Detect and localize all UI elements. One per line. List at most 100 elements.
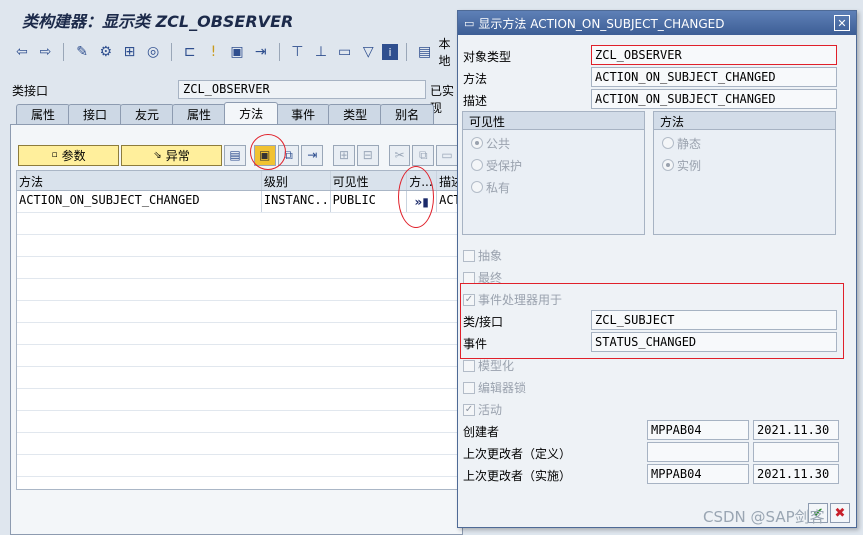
package-icon[interactable]: ⊤: [288, 42, 308, 62]
object-type-field[interactable]: ZCL_OBSERVER: [591, 45, 837, 65]
table-row[interactable]: ACTION_ON_SUBJECT_CHANGED INSTANC... PUB…: [17, 191, 461, 213]
watermark-text: CSDN @SAP剑客: [703, 508, 825, 526]
local-types-icon[interactable]: ▤: [415, 42, 435, 62]
tab-events[interactable]: 事件: [276, 104, 331, 124]
cell-method-name[interactable]: ACTION_ON_SUBJECT_CHANGED: [17, 191, 262, 212]
radio-instance-label: 实例: [677, 158, 702, 173]
created-by-date-field[interactable]: 2021.11.30: [753, 420, 839, 440]
column-header-level[interactable]: 级别: [262, 171, 331, 190]
radio-public-label: 公共: [486, 136, 511, 151]
highlight-circle-method-type: [398, 166, 434, 228]
radio-static-dot: [662, 137, 674, 149]
table-row[interactable]: [17, 477, 461, 489]
hierarchy-icon[interactable]: ⊏: [180, 42, 200, 62]
checkbox-active[interactable]: ✓ 活动: [463, 401, 502, 418]
checkbox-event-handler-label: 事件处理器用于: [478, 293, 563, 307]
changed-definition-date-field[interactable]: [753, 442, 839, 462]
checkbox-event-handler[interactable]: ✓ 事件处理器用于: [463, 291, 562, 308]
checkbox-final-box: [463, 271, 475, 284]
table-row[interactable]: [17, 257, 461, 279]
parameters-button[interactable]: ▫ 参数: [18, 144, 120, 166]
created-by-user-field[interactable]: MPPAB04: [647, 420, 749, 440]
event-class-label: 类/接口: [463, 315, 504, 329]
tab-aliases[interactable]: 别名: [380, 104, 435, 124]
radio-private[interactable]: 私有: [463, 176, 644, 198]
table-row[interactable]: [17, 235, 461, 257]
where-used-icon[interactable]: ⊞: [120, 42, 140, 62]
tab-friends[interactable]: 友元: [120, 104, 175, 124]
class-interface-field[interactable]: ZCL_OBSERVER: [178, 80, 426, 99]
table-row[interactable]: [17, 367, 461, 389]
changed-implementation-date-field[interactable]: 2021.11.30: [753, 464, 839, 484]
radio-private-dot: [471, 181, 483, 193]
table-row[interactable]: [17, 213, 461, 235]
description-field[interactable]: ACTION_ON_SUBJECT_CHANGED: [591, 89, 837, 109]
radio-static[interactable]: 静态: [654, 132, 835, 154]
table-row[interactable]: [17, 389, 461, 411]
exceptions-button[interactable]: ⇘ 异常: [121, 144, 223, 166]
detail-view-icon[interactable]: ▤: [224, 144, 246, 166]
changed-implementation-user-field[interactable]: MPPAB04: [647, 464, 749, 484]
radio-protected-dot: [471, 159, 483, 171]
screen-icon[interactable]: ▣: [227, 42, 247, 62]
insert-row-icon[interactable]: ⊞: [333, 144, 355, 166]
toolbar-separator: [278, 43, 280, 61]
back-icon[interactable]: ⇦: [12, 42, 32, 62]
radio-public[interactable]: 公共: [463, 132, 644, 154]
event-label: 事件: [463, 337, 488, 351]
check-icon[interactable]: ✎: [72, 42, 92, 62]
checkbox-editor-lock[interactable]: 编辑器锁: [463, 379, 526, 396]
cancel-icon[interactable]: ✖: [830, 503, 850, 523]
close-icon[interactable]: ✕: [834, 15, 850, 31]
copy-icon[interactable]: ⧉: [412, 144, 435, 166]
table-row[interactable]: [17, 301, 461, 323]
checkbox-event-handler-box: ✓: [463, 293, 475, 306]
method-field[interactable]: ACTION_ON_SUBJECT_CHANGED: [591, 67, 837, 87]
cell-level[interactable]: INSTANC...: [262, 191, 331, 212]
forward-icon[interactable]: ⇨: [36, 42, 56, 62]
checkbox-modeled[interactable]: 模型化: [463, 357, 514, 374]
print-icon[interactable]: ⊥: [311, 42, 331, 62]
method-row: 方法 ACTION_ON_SUBJECT_CHANGED: [463, 67, 845, 87]
table-row[interactable]: [17, 411, 461, 433]
help-info-icon[interactable]: i: [382, 44, 398, 60]
class-interface-label: 类接口: [12, 84, 49, 98]
radio-public-dot: [471, 137, 483, 149]
filter-icon[interactable]: ▽: [358, 42, 378, 62]
cell-visibility[interactable]: PUBLIC: [331, 191, 408, 212]
event-class-field[interactable]: ZCL_SUBJECT: [591, 310, 837, 330]
checkbox-active-label: 活动: [478, 403, 503, 417]
info-icon[interactable]: !: [204, 42, 224, 62]
paste-icon[interactable]: ▭: [436, 144, 458, 166]
column-header-visibility[interactable]: 可见性: [331, 171, 408, 190]
tab-methods[interactable]: 方法: [224, 102, 279, 124]
activate-icon[interactable]: ⚙: [96, 42, 116, 62]
delete-row-icon[interactable]: ⊟: [356, 144, 379, 166]
navigate-method-icon[interactable]: ⇥: [301, 144, 324, 166]
checkbox-abstract[interactable]: 抽象: [463, 247, 502, 264]
tab-types[interactable]: 类型: [328, 104, 383, 124]
navigate-icon[interactable]: ⇥: [251, 42, 271, 62]
radio-instance[interactable]: 实例: [654, 154, 835, 176]
toolbar-separator: [405, 43, 407, 61]
display-object-icon[interactable]: ◎: [143, 42, 163, 62]
class-interface-row: 类接口 ZCL_OBSERVER 已实现: [12, 80, 462, 115]
radio-static-label: 静态: [677, 136, 702, 151]
table-row[interactable]: [17, 455, 461, 477]
table-row[interactable]: [17, 345, 461, 367]
radio-protected[interactable]: 受保护: [463, 154, 644, 176]
layout-icon[interactable]: ▭: [335, 42, 355, 62]
table-row[interactable]: [17, 279, 461, 301]
tab-attributes-2[interactable]: 属性: [172, 104, 227, 124]
event-field[interactable]: STATUS_CHANGED: [591, 332, 837, 352]
changed-definition-user-field[interactable]: [647, 442, 749, 462]
column-header-method[interactable]: 方法: [17, 171, 262, 190]
tab-interfaces[interactable]: 接口: [68, 104, 123, 124]
table-row[interactable]: [17, 433, 461, 455]
tab-attributes[interactable]: 属性: [16, 104, 71, 124]
toolbar-separator: [63, 43, 65, 61]
tab-strip: 属性 接口 友元 属性 方法 事件 类型 别名: [16, 102, 435, 126]
cut-icon[interactable]: ✂: [388, 144, 411, 166]
main-toolbar: ⇦ ⇨ ✎ ⚙ ⊞ ◎ ⊏ ! ▣ ⇥ ⊤ ⊥ ▭ ▽ i ▤ 本地: [12, 37, 462, 68]
table-row[interactable]: [17, 323, 461, 345]
